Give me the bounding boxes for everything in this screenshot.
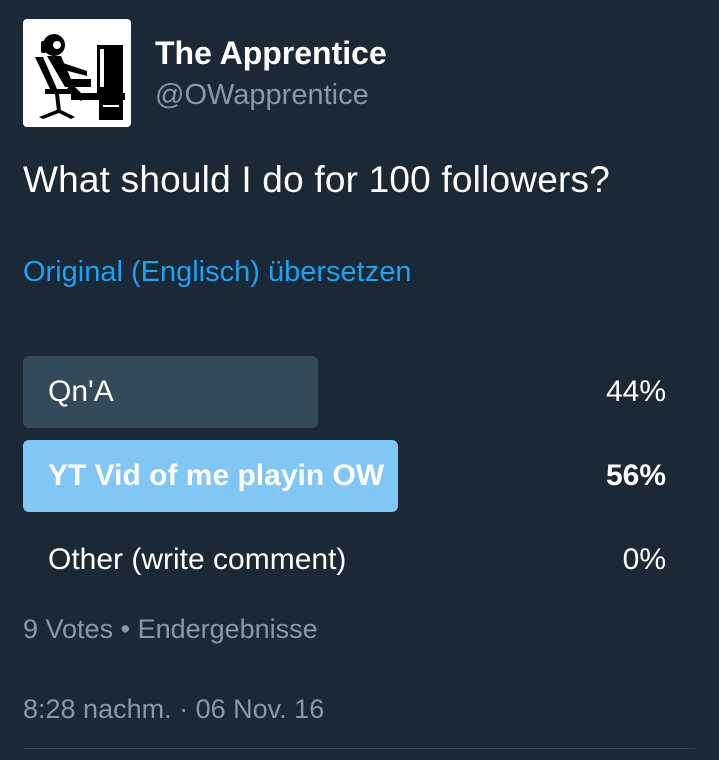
poll-option-label: YT Vid of me playin OW xyxy=(48,459,385,492)
tweet-date: 06 Nov. 16 xyxy=(195,694,325,724)
vote-count: 9 Votes xyxy=(23,614,114,644)
poll-option-label: Qn'A xyxy=(48,375,114,408)
poll-option-percent: 56% xyxy=(605,459,666,492)
avatar[interactable] xyxy=(23,19,131,127)
poll: Qn'A 44% YT Vid of me playin OW 56% Othe… xyxy=(23,356,673,608)
gamer-at-desk-icon xyxy=(35,34,125,120)
translate-link[interactable]: Original (Englisch) übersetzen xyxy=(23,253,411,291)
user-handle[interactable]: @OWapprentice xyxy=(155,77,387,113)
user-info[interactable]: The Apprentice @OWapprentice xyxy=(155,33,387,113)
poll-option-percent: 44% xyxy=(605,375,666,408)
tweet-timestamp[interactable]: 8:28 nachm. · 06 Nov. 16 xyxy=(23,690,324,728)
poll-meta: 9 Votes • Endergebnisse xyxy=(23,610,318,648)
display-name[interactable]: The Apprentice xyxy=(155,33,387,73)
tweet-time: 8:28 nachm. xyxy=(23,694,172,724)
tweet-text: What should I do for 100 followers? xyxy=(23,159,610,200)
poll-option: Other (write comment) 0% xyxy=(23,524,673,596)
poll-option-label: Other (write comment) xyxy=(48,543,347,576)
poll-option-percent: 0% xyxy=(622,543,666,576)
poll-status: Endergebnisse xyxy=(137,614,318,644)
poll-option: Qn'A 44% xyxy=(23,356,673,428)
tweet-header: The Apprentice @OWapprentice xyxy=(23,19,387,127)
meta-separator: • xyxy=(120,614,131,644)
poll-option: YT Vid of me playin OW 56% xyxy=(23,440,673,512)
divider xyxy=(23,748,695,749)
timestamp-separator: · xyxy=(179,694,189,724)
